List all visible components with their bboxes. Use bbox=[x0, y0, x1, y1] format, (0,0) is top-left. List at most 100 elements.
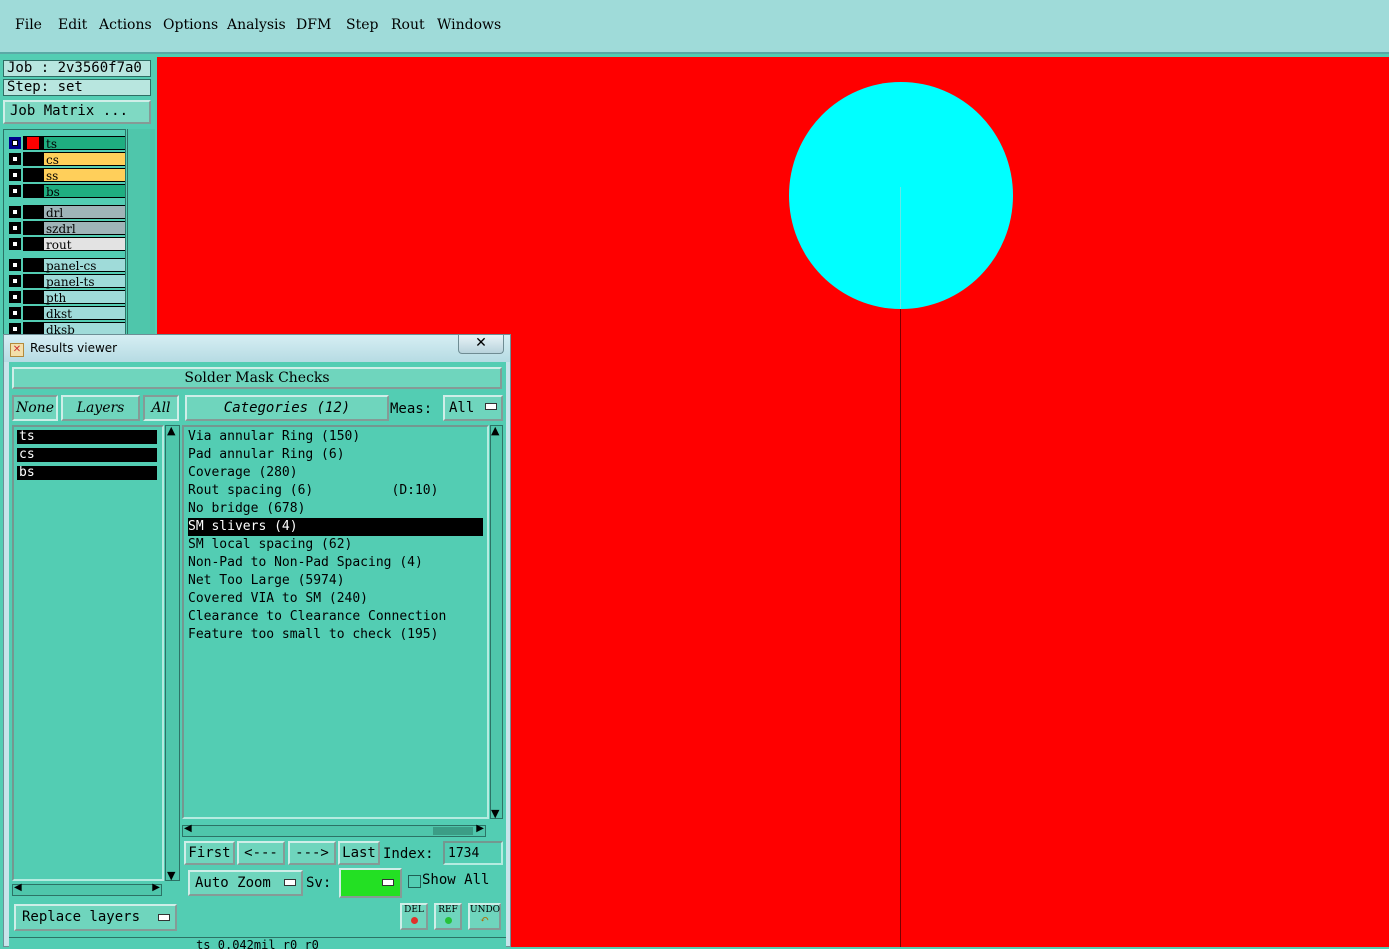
job-matrix-button[interactable]: Job Matrix ... bbox=[3, 100, 151, 124]
layer-row[interactable]: szdrl bbox=[7, 221, 125, 236]
layer-row[interactable]: bs bbox=[7, 184, 125, 199]
layer-checkbox[interactable] bbox=[9, 238, 21, 250]
layer-row[interactable]: rout bbox=[7, 237, 125, 252]
scroll-down-icon[interactable]: ▼ bbox=[167, 869, 175, 882]
menu-rout[interactable]: Rout bbox=[391, 17, 425, 33]
layer-color-swatch bbox=[23, 237, 43, 251]
layers-horizontal-scrollbar[interactable]: ◀ ▶ bbox=[12, 882, 162, 896]
selected-layer-item[interactable]: ts bbox=[17, 430, 157, 444]
layer-checkbox[interactable] bbox=[9, 222, 21, 234]
selected-layer-item[interactable]: cs bbox=[17, 448, 157, 462]
layer-checkbox[interactable] bbox=[9, 137, 21, 149]
layer-row[interactable]: drl bbox=[7, 205, 125, 220]
category-item[interactable]: Net Too Large (5974) bbox=[188, 572, 483, 590]
delete-button[interactable]: DEL bbox=[400, 903, 428, 930]
layer-name[interactable]: panel-ts bbox=[43, 274, 125, 289]
category-item[interactable]: SM local spacing (62) bbox=[188, 536, 483, 554]
menu-edit[interactable]: Edit bbox=[58, 17, 87, 33]
layer-row[interactable]: cs bbox=[7, 152, 125, 167]
round-pad bbox=[789, 82, 1013, 309]
meas-dropdown[interactable]: All bbox=[443, 395, 503, 421]
category-item[interactable]: Non-Pad to Non-Pad Spacing (4) bbox=[188, 554, 483, 572]
none-button[interactable]: None bbox=[12, 395, 58, 421]
scroll-up-icon[interactable]: ▲ bbox=[167, 424, 175, 437]
zoom-mode-dropdown[interactable]: Auto Zoom bbox=[188, 870, 303, 896]
layer-name[interactable]: cs bbox=[43, 152, 125, 167]
layer-name[interactable]: ss bbox=[43, 168, 125, 183]
layer-name[interactable]: dkst bbox=[43, 306, 125, 321]
menu-file[interactable]: File bbox=[15, 17, 42, 33]
selected-layers-list[interactable]: ts cs bs bbox=[12, 425, 164, 881]
layer-row[interactable]: panel-cs bbox=[7, 258, 125, 273]
results-viewer-body: Solder Mask Checks None Layers All Categ… bbox=[9, 362, 506, 949]
menu-dfm[interactable]: DFM bbox=[296, 17, 331, 33]
dropdown-arrow-icon bbox=[382, 879, 394, 886]
category-item[interactable]: Via annular Ring (150) bbox=[188, 428, 483, 446]
categories-horizontal-scrollbar[interactable]: ◀ ▶ bbox=[182, 823, 486, 837]
undo-button[interactable]: UNDO ↶ bbox=[468, 903, 501, 930]
layer-color-swatch bbox=[23, 184, 43, 198]
layer-checkbox[interactable] bbox=[9, 307, 21, 319]
layer-checkbox[interactable] bbox=[9, 275, 21, 287]
next-button[interactable]: ---> bbox=[288, 841, 336, 865]
index-input[interactable] bbox=[443, 841, 503, 865]
category-item[interactable]: Pad annular Ring (6) bbox=[188, 446, 483, 464]
layer-checkbox[interactable] bbox=[9, 206, 21, 218]
reference-button[interactable]: REF bbox=[434, 903, 462, 930]
layer-row[interactable]: dkst bbox=[7, 306, 125, 321]
index-label: Index: bbox=[383, 846, 434, 862]
categories-button[interactable]: Categories (12) bbox=[185, 395, 389, 421]
layer-name[interactable]: bs bbox=[43, 184, 125, 199]
show-all-checkbox[interactable] bbox=[408, 875, 421, 888]
layer-checkbox[interactable] bbox=[9, 291, 21, 303]
layer-name[interactable]: pth bbox=[43, 290, 125, 305]
category-item[interactable]: Coverage (280) bbox=[188, 464, 483, 482]
layer-checkbox[interactable] bbox=[9, 185, 21, 197]
layer-name[interactable]: rout bbox=[43, 237, 125, 252]
all-button[interactable]: All bbox=[143, 395, 179, 421]
selected-layer-item[interactable]: bs bbox=[17, 466, 157, 480]
previous-button[interactable]: <--- bbox=[237, 841, 285, 865]
layers-vertical-scrollbar[interactable]: ▲ ▼ bbox=[165, 424, 180, 882]
category-item[interactable]: No bridge (678) bbox=[188, 500, 483, 518]
category-item[interactable]: Clearance to Clearance Connection bbox=[188, 608, 483, 626]
layer-color-swatch bbox=[23, 306, 43, 320]
layer-row[interactable]: ss bbox=[7, 168, 125, 183]
scroll-left-icon[interactable]: ◀ bbox=[14, 882, 22, 893]
green-dot-icon bbox=[444, 917, 452, 924]
category-item[interactable]: Covered VIA to SM (240) bbox=[188, 590, 483, 608]
replace-layers-dropdown[interactable]: Replace layers bbox=[14, 904, 177, 931]
layer-name[interactable]: szdrl bbox=[43, 221, 125, 236]
menu-step[interactable]: Step bbox=[346, 17, 378, 33]
layers-button[interactable]: Layers bbox=[61, 395, 140, 421]
menu-windows[interactable]: Windows bbox=[437, 17, 501, 33]
severity-dropdown[interactable] bbox=[339, 868, 402, 898]
layer-name[interactable]: ts bbox=[43, 136, 125, 151]
scroll-up-icon[interactable]: ▲ bbox=[491, 424, 499, 437]
scroll-right-icon[interactable]: ▶ bbox=[476, 823, 484, 834]
layer-row[interactable]: ts bbox=[7, 136, 125, 151]
last-button[interactable]: Last bbox=[338, 841, 380, 865]
menu-analysis[interactable]: Analysis bbox=[227, 17, 286, 33]
category-item[interactable]: SM slivers (4) bbox=[188, 518, 483, 536]
layer-checkbox[interactable] bbox=[9, 259, 21, 271]
scroll-right-icon[interactable]: ▶ bbox=[152, 882, 160, 893]
layer-name[interactable]: panel-cs bbox=[43, 258, 125, 273]
layer-row[interactable]: panel-ts bbox=[7, 274, 125, 289]
layer-name[interactable]: drl bbox=[43, 205, 125, 220]
layer-checkbox[interactable] bbox=[9, 169, 21, 181]
category-item[interactable]: Rout spacing (6) (D:10) bbox=[188, 482, 483, 500]
menu-actions[interactable]: Actions bbox=[99, 17, 152, 33]
categories-vertical-scrollbar[interactable]: ▲ ▼ bbox=[490, 424, 503, 820]
layer-row[interactable]: pth bbox=[7, 290, 125, 305]
results-viewer-titlebar[interactable]: ✕ Results viewer ✕ bbox=[4, 335, 510, 362]
scroll-thumb[interactable] bbox=[433, 827, 473, 835]
category-item[interactable]: Feature too small to check (195) bbox=[188, 626, 483, 644]
menu-options[interactable]: Options bbox=[163, 17, 218, 33]
layer-checkbox[interactable] bbox=[9, 153, 21, 165]
first-button[interactable]: First bbox=[184, 841, 235, 865]
scroll-down-icon[interactable]: ▼ bbox=[491, 807, 499, 820]
scroll-left-icon[interactable]: ◀ bbox=[184, 823, 192, 834]
categories-list[interactable]: Via annular Ring (150) Pad annular Ring (… bbox=[182, 425, 489, 819]
close-button[interactable]: ✕ bbox=[458, 335, 504, 354]
